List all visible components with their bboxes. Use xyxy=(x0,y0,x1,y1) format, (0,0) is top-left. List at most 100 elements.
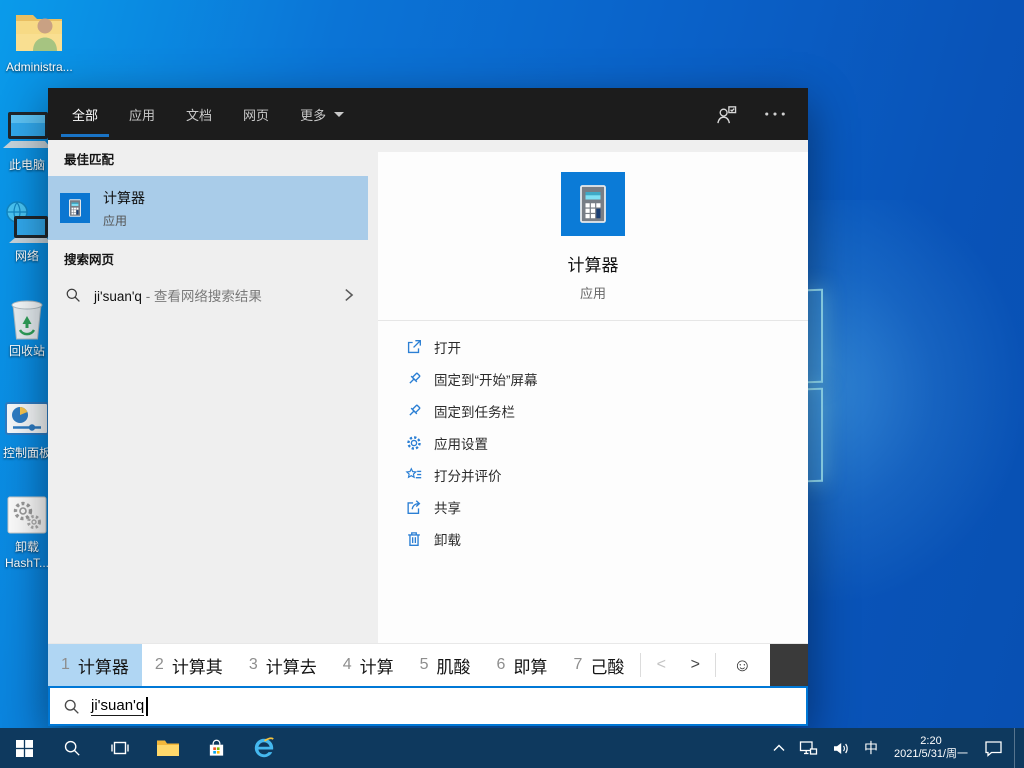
best-match-header: 最佳匹配 xyxy=(64,149,368,168)
chevron-up-icon xyxy=(773,744,785,752)
candidate-word: 计算器 xyxy=(78,653,129,678)
divider xyxy=(715,653,716,677)
candidate-word: 计算去 xyxy=(266,653,317,678)
internet-explorer-button[interactable] xyxy=(240,728,288,768)
action-label: 卸载 xyxy=(434,529,461,549)
ethernet-network-icon xyxy=(799,740,818,756)
app-subtitle: 应用 xyxy=(378,283,808,302)
ime-emoji-button[interactable]: ☺ xyxy=(719,644,765,686)
desktop-icon-label: Administra... xyxy=(6,60,72,74)
action-label: 打分并评价 xyxy=(434,465,502,485)
action-label: 共享 xyxy=(434,497,461,517)
web-search-suggestion[interactable]: ji'suan'q - 查看网络搜索结果 xyxy=(48,273,368,317)
ime-candidate-5[interactable]: 5 肌酸 xyxy=(407,644,484,686)
task-view-button[interactable] xyxy=(96,728,144,768)
ime-next-page-button[interactable]: > xyxy=(678,644,712,686)
network-icon xyxy=(1,199,53,247)
candidate-number: 2 xyxy=(155,656,164,674)
action-uninstall[interactable]: 卸载 xyxy=(405,523,808,555)
control-panel-icon xyxy=(1,398,53,444)
text-caret xyxy=(146,697,148,716)
windows-logo-icon xyxy=(16,740,33,757)
user-folder-icon xyxy=(11,6,67,58)
calculator-icon xyxy=(64,197,86,219)
tray-overflow-chevron-button[interactable] xyxy=(766,728,792,768)
gear-icon xyxy=(405,434,423,452)
chevron-right-icon xyxy=(343,286,354,304)
task-view-icon xyxy=(111,739,129,757)
start-button[interactable] xyxy=(0,728,48,768)
action-center-icon xyxy=(984,740,1003,757)
tab-label: 应用 xyxy=(129,105,155,124)
action-label: 固定到任务栏 xyxy=(434,401,515,421)
folder-icon xyxy=(156,738,180,758)
divider xyxy=(640,653,641,677)
action-pin-to-start[interactable]: 固定到“开始”屏幕 xyxy=(405,363,808,395)
ime-candidate-7[interactable]: 7 己酸 xyxy=(560,644,637,686)
action-share[interactable]: 共享 xyxy=(405,491,808,523)
chevron-down-icon xyxy=(334,112,344,117)
share-icon xyxy=(405,498,423,516)
best-match-result-calculator[interactable]: 计算器 应用 xyxy=(48,176,368,240)
search-header: 全部 应用 文档 网页 更多 xyxy=(48,88,808,140)
more-options-ellipsis-icon[interactable] xyxy=(764,111,786,117)
store-bag-icon xyxy=(207,739,226,758)
show-desktop-button[interactable] xyxy=(1014,728,1024,768)
ime-candidate-4[interactable]: 4 计算 xyxy=(330,644,407,686)
action-app-settings[interactable]: 应用设置 xyxy=(405,427,808,459)
uninstaller-gears-icon xyxy=(3,494,51,538)
calculator-app-tile-large xyxy=(561,172,625,236)
search-icon xyxy=(65,287,81,303)
desktop-icon-administrator[interactable]: Administra... xyxy=(6,6,72,74)
candidate-number: 5 xyxy=(420,656,429,674)
internet-explorer-icon xyxy=(251,735,277,761)
candidate-number: 7 xyxy=(573,656,582,674)
candidate-word: 计算 xyxy=(360,653,394,678)
tab-more[interactable]: 更多 xyxy=(300,88,344,140)
action-pin-to-taskbar[interactable]: 固定到任务栏 xyxy=(405,395,808,427)
action-label: 打开 xyxy=(434,337,461,357)
calculator-app-tile xyxy=(60,193,90,223)
tab-label: 更多 xyxy=(300,105,326,124)
ime-candidate-bar: 1 计算器 2 计算其 3 计算去 4 计算 5 肌酸 6 即算 7 己酸 < … xyxy=(48,643,808,686)
recycle-bin-icon xyxy=(1,292,53,342)
file-explorer-button[interactable] xyxy=(144,728,192,768)
search-icon xyxy=(63,739,81,757)
ime-language-indicator[interactable]: 中 xyxy=(857,728,885,768)
search-input-composition-text: ji'suan'q xyxy=(91,696,144,716)
open-icon xyxy=(405,338,423,356)
action-label: 固定到“开始”屏幕 xyxy=(434,369,538,389)
search-input[interactable]: ji'suan'q xyxy=(48,686,808,726)
candidate-number: 6 xyxy=(497,656,506,674)
ime-prev-page-button[interactable]: < xyxy=(644,644,678,686)
network-status-button[interactable] xyxy=(792,728,825,768)
user-account-icon[interactable] xyxy=(715,104,738,125)
action-center-button[interactable] xyxy=(977,728,1010,768)
tab-documents[interactable]: 文档 xyxy=(186,88,212,140)
preview-panel: 计算器 应用 打开 固定到“开始”屏幕 xyxy=(368,140,808,643)
taskbar-clock[interactable]: 2:20 2021/5/31/周一 xyxy=(885,728,977,768)
ime-bar-end-block xyxy=(770,644,808,686)
candidate-word: 计算其 xyxy=(172,653,223,678)
microsoft-store-button[interactable] xyxy=(192,728,240,768)
taskbar-search-button[interactable] xyxy=(48,728,96,768)
app-preview-card: 计算器 应用 打开 固定到“开始”屏幕 xyxy=(378,152,808,643)
app-title: 计算器 xyxy=(378,251,808,276)
pin-icon xyxy=(405,402,423,420)
tab-web[interactable]: 网页 xyxy=(243,88,269,140)
volume-button[interactable] xyxy=(825,728,857,768)
ime-candidate-3[interactable]: 3 计算去 xyxy=(236,644,330,686)
best-match-subtitle: 应用 xyxy=(103,212,145,229)
action-rate-review[interactable]: 打分并评价 xyxy=(405,459,808,491)
candidate-word: 即算 xyxy=(513,653,547,678)
ime-candidate-1[interactable]: 1 计算器 xyxy=(48,644,142,686)
tab-label: 文档 xyxy=(186,105,212,124)
ime-candidate-6[interactable]: 6 即算 xyxy=(484,644,561,686)
clock-time: 2:20 xyxy=(920,735,941,748)
tab-all[interactable]: 全部 xyxy=(72,88,98,140)
ime-candidate-2[interactable]: 2 计算其 xyxy=(142,644,236,686)
search-icon xyxy=(63,698,80,715)
action-open[interactable]: 打开 xyxy=(405,331,808,363)
tab-apps[interactable]: 应用 xyxy=(129,88,155,140)
trash-icon xyxy=(405,530,423,548)
